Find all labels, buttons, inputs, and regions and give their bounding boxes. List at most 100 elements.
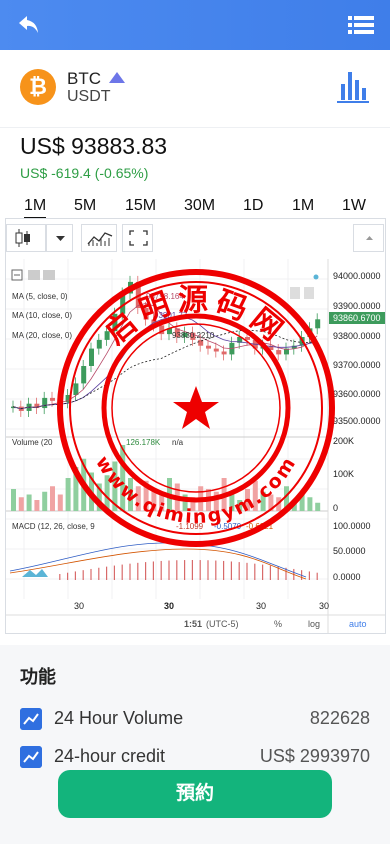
candle xyxy=(104,331,110,340)
x-tick-2: 30 xyxy=(164,601,174,611)
tab-interval-1mo[interactable]: 1M xyxy=(292,197,314,215)
volume-axis-200k: 200K xyxy=(333,436,354,446)
volume-bar xyxy=(174,483,180,511)
macd-value-2: -0.5070 xyxy=(214,522,242,531)
candle xyxy=(89,348,94,366)
price-change: US$ -619.4 (-0.65%) xyxy=(20,165,149,181)
timezone-button[interactable]: (UTC-5) xyxy=(206,619,239,629)
candle xyxy=(143,308,149,320)
candle xyxy=(135,281,141,308)
volume-bar xyxy=(42,491,48,511)
volume-bar xyxy=(89,472,94,511)
legend-volume: Volume (20 xyxy=(12,438,53,447)
indicators-icon xyxy=(87,232,113,246)
chart-grid xyxy=(6,259,328,599)
bar-chart-icon[interactable] xyxy=(336,68,370,104)
price-axis-tick: 93500.0000 xyxy=(333,416,381,426)
back-arrow-icon[interactable] xyxy=(14,10,44,40)
bitcoin-icon: ₿ xyxy=(20,69,56,105)
price-axis-tick: 94000.0000 xyxy=(333,271,381,281)
ma10-value: 93801.77 xyxy=(154,311,188,320)
eye-icon[interactable] xyxy=(28,270,40,280)
volume-bar xyxy=(26,494,32,511)
volume-bar xyxy=(213,491,219,511)
candle xyxy=(159,325,165,335)
trend-icon xyxy=(20,708,42,730)
settings-icon[interactable] xyxy=(43,270,55,280)
macd-series xyxy=(9,542,318,580)
volume-bar xyxy=(190,497,196,511)
chart-plot[interactable]: MA (5, close, 0) MA (10, close, 0) MA (2… xyxy=(6,259,385,633)
volume-24h-value: 822628 xyxy=(309,708,370,728)
volume-bar xyxy=(268,494,274,511)
caret-up-icon xyxy=(366,236,373,240)
collapse-toolbar-button[interactable] xyxy=(353,224,384,252)
volume-bar xyxy=(276,497,282,511)
list-menu-icon[interactable] xyxy=(348,13,374,37)
auto-scale-button[interactable]: auto xyxy=(349,619,367,629)
caret-down-icon xyxy=(56,236,65,241)
candle-type-button[interactable] xyxy=(6,224,46,252)
volume-bar xyxy=(128,478,133,511)
order-button[interactable]: 預約 xyxy=(58,770,332,818)
legend-ma10: MA (10, close, 0) xyxy=(12,311,72,320)
macd-value-1: -1.1099 xyxy=(176,522,204,531)
legend-ma20: MA (20, close, 0) xyxy=(12,331,72,340)
candle xyxy=(81,366,87,384)
volume-bar xyxy=(96,483,102,511)
volume-bar xyxy=(182,494,188,511)
volume-bar xyxy=(73,467,79,511)
candle-type-dropdown[interactable] xyxy=(46,224,73,252)
fullscreen-icon xyxy=(129,230,148,246)
signal-line xyxy=(9,548,307,580)
candle xyxy=(221,351,227,355)
pane-up-icon[interactable] xyxy=(290,287,300,299)
list-item: 24-hour credit US$ 2993970 xyxy=(0,738,390,774)
volume-bar xyxy=(112,461,118,511)
macd-axis-100: 100.0000 xyxy=(333,521,371,531)
tab-interval-1m[interactable]: 1M xyxy=(24,197,47,219)
base-currency[interactable]: BTC xyxy=(67,69,101,89)
x-tick-3: 30 xyxy=(256,601,266,611)
volume-value: 126.178K xyxy=(126,438,161,447)
candle xyxy=(50,397,55,401)
percent-scale-button[interactable]: % xyxy=(274,619,282,629)
volume-bar xyxy=(299,494,305,511)
price-axis: 94000.0000 93900.0000 93800.0000 93700.0000… xyxy=(333,271,381,426)
tab-interval-5m[interactable]: 5M xyxy=(74,197,96,215)
pane-down-icon[interactable] xyxy=(304,287,314,299)
tab-interval-1d[interactable]: 1D xyxy=(243,197,263,215)
triangle-up-icon[interactable] xyxy=(109,72,125,83)
price-axis-tick: 93900.0000 xyxy=(333,301,381,311)
section-title: 功能 xyxy=(20,667,56,687)
volume-bar xyxy=(307,497,313,511)
tab-interval-30m[interactable]: 30M xyxy=(184,197,215,215)
trading-chart[interactable]: MA (5, close, 0) MA (10, close, 0) MA (2… xyxy=(5,218,386,634)
fullscreen-button[interactable] xyxy=(122,224,153,252)
x-tick-4: 30 xyxy=(319,601,329,611)
candle xyxy=(206,345,211,349)
top-bar xyxy=(0,0,390,50)
candle xyxy=(315,319,321,329)
candle xyxy=(276,350,282,355)
tab-interval-15m[interactable]: 15M xyxy=(125,197,156,215)
volume-bar xyxy=(104,475,110,511)
indicators-button[interactable] xyxy=(81,224,117,252)
volume-bar xyxy=(221,478,227,511)
live-dot-icon xyxy=(313,274,319,280)
current-price: US$ 93883.83 xyxy=(20,133,168,159)
quote-currency: USDT xyxy=(67,88,111,105)
trend-icon xyxy=(20,746,42,768)
candle xyxy=(213,348,219,352)
candlestick-icon xyxy=(15,229,30,247)
tab-interval-1w[interactable]: 1W xyxy=(342,197,366,215)
log-scale-button[interactable]: log xyxy=(308,619,320,629)
volume-na: n/a xyxy=(172,438,184,447)
macd-axis-0: 0.0000 xyxy=(333,572,361,582)
volume-bar xyxy=(245,489,250,511)
volume-bar xyxy=(151,489,157,511)
volume-axis-100k: 100K xyxy=(333,469,354,479)
volume-bar xyxy=(18,497,24,511)
volume-bar xyxy=(167,478,172,511)
price-axis-tick: 93700.0000 xyxy=(333,360,381,370)
